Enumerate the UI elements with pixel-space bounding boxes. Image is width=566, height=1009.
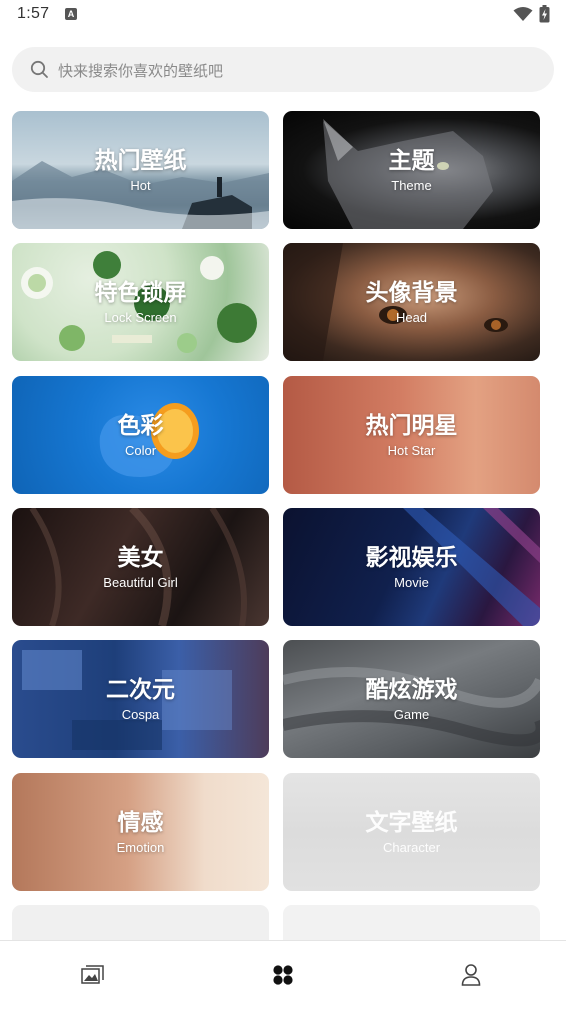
nav-profile[interactable] <box>455 959 487 991</box>
category-card-movie[interactable]: 影视娱乐 Movie <box>283 508 540 626</box>
gallery-icon <box>81 965 104 984</box>
card-label: 头像背景 Head <box>283 243 540 361</box>
card-subtitle: Color <box>124 442 157 458</box>
category-card-partial[interactable] <box>283 905 540 940</box>
bottom-nav <box>0 940 566 1009</box>
card-title: 头像背景 <box>365 279 458 306</box>
card-subtitle: Theme <box>391 177 432 193</box>
card-title: 情感 <box>117 809 164 836</box>
card-subtitle: Emotion <box>116 839 165 855</box>
card-title: 主题 <box>388 147 435 174</box>
card-label: 热门壁纸 Hot <box>12 111 269 229</box>
card-label: 酷炫游戏 Game <box>283 640 540 758</box>
category-card-color[interactable]: 色彩 Color <box>12 376 269 494</box>
card-title: 酷炫游戏 <box>365 676 458 703</box>
category-card-lock-screen[interactable]: 特色锁屏 Lock Screen <box>12 243 269 361</box>
status-bar: 1:57 A <box>0 0 566 30</box>
status-time: 1:57 <box>17 5 50 22</box>
card-subtitle: Movie <box>394 574 429 590</box>
search-input[interactable] <box>56 47 530 94</box>
category-card-hot[interactable]: 热门壁纸 Hot <box>12 111 269 229</box>
category-card-hot-star[interactable]: 热门明星 Hot Star <box>283 376 540 494</box>
card-subtitle: Lock Screen <box>104 309 177 325</box>
card-subtitle: Cospa <box>121 706 160 722</box>
card-subtitle: Head <box>395 309 428 325</box>
card-label: 热门明星 Hot Star <box>283 376 540 494</box>
card-label: 美女 Beautiful Girl <box>12 508 269 626</box>
category-card-theme[interactable]: 主题 Theme <box>283 111 540 229</box>
person-icon <box>461 964 481 986</box>
category-card-emotion[interactable]: 情感 Emotion <box>12 773 269 891</box>
card-label: 特色锁屏 Lock Screen <box>12 243 269 361</box>
card-title: 热门壁纸 <box>94 147 187 174</box>
search-bar[interactable] <box>12 47 554 94</box>
card-title: 影视娱乐 <box>365 544 458 571</box>
category-grid: 热门壁纸 Hot 主题 Theme 特色锁屏 Lock Screen 头像背景 … <box>12 111 554 940</box>
battery-icon <box>539 5 550 23</box>
category-card-character[interactable]: 文字壁纸 Character <box>283 773 540 891</box>
card-subtitle: Character <box>382 839 441 855</box>
card-label: 影视娱乐 Movie <box>283 508 540 626</box>
card-label: 色彩 Color <box>12 376 269 494</box>
category-card-beautiful-girl[interactable]: 美女 Beautiful Girl <box>12 508 269 626</box>
category-grid-icon <box>273 965 293 985</box>
search-icon <box>30 60 48 78</box>
card-title: 热门明星 <box>365 412 458 439</box>
category-card-cospa[interactable]: 二次元 Cospa <box>12 640 269 758</box>
category-card-game[interactable]: 酷炫游戏 Game <box>283 640 540 758</box>
card-label: 文字壁纸 Character <box>283 773 540 891</box>
card-title: 特色锁屏 <box>94 279 187 306</box>
card-label: 情感 Emotion <box>12 773 269 891</box>
card-subtitle: Beautiful Girl <box>103 574 178 590</box>
card-title: 色彩 <box>117 412 164 439</box>
wifi-icon <box>513 7 533 21</box>
card-title: 美女 <box>117 544 164 571</box>
card-subtitle: Hot Star <box>387 442 436 458</box>
card-subtitle: Game <box>393 706 430 722</box>
card-title: 文字壁纸 <box>365 809 458 836</box>
card-subtitle: Hot <box>130 177 151 193</box>
card-label: 主题 Theme <box>283 111 540 229</box>
category-card-partial[interactable] <box>12 905 269 940</box>
nav-gallery[interactable] <box>77 959 109 991</box>
notification-icon: A <box>65 8 77 20</box>
nav-category[interactable] <box>267 959 299 991</box>
card-label: 二次元 Cospa <box>12 640 269 758</box>
category-card-head[interactable]: 头像背景 Head <box>283 243 540 361</box>
card-title: 二次元 <box>106 676 175 703</box>
